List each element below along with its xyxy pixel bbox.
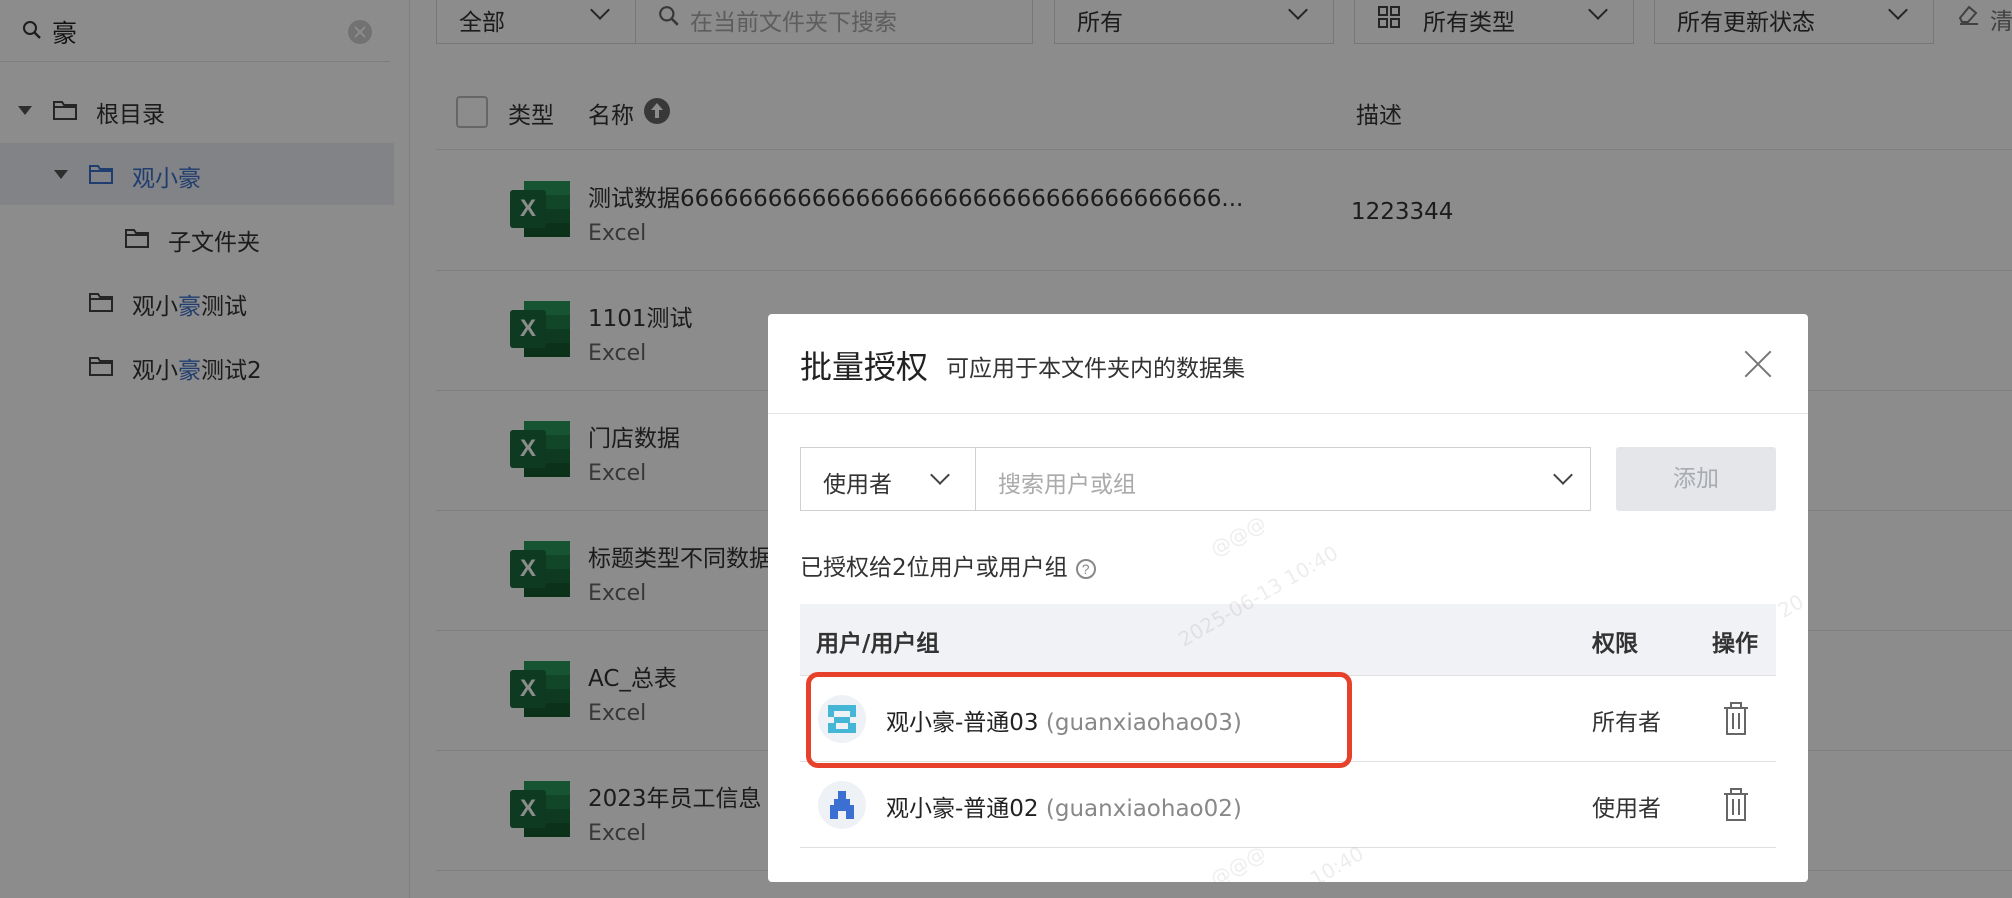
dialog-header: 批量授权 可应用于本文件夹内的数据集 <box>768 314 1808 414</box>
user-permission[interactable]: 使用者 <box>1592 789 1661 823</box>
user-permission[interactable]: 所有者 <box>1592 703 1661 737</box>
avatar <box>818 781 866 829</box>
batch-auth-dialog: 批量授权 可应用于本文件夹内的数据集 使用者 搜索用户或组 添加 已授权给2位用… <box>768 314 1808 882</box>
watermark-text: @@@ <box>1206 510 1270 562</box>
role-select-label: 使用者 <box>823 472 892 498</box>
user-name: 观小豪-普通02 (guanxiaohao02) <box>886 796 1242 822</box>
user-search-input[interactable]: 搜索用户或组 <box>975 447 1591 511</box>
user-row: 观小豪-普通02 (guanxiaohao02) 使用者 <box>800 762 1776 848</box>
granted-summary: 已授权给2位用户或用户组? <box>800 548 1096 582</box>
add-button[interactable]: 添加 <box>1616 447 1776 511</box>
watermark-text: 20 <box>1773 589 1808 623</box>
th-user: 用户/用户组 <box>816 631 940 657</box>
user-table-header: 用户/用户组 权限 操作 <box>800 604 1776 676</box>
trash-icon[interactable] <box>1722 788 1750 822</box>
dialog-subtitle: 可应用于本文件夹内的数据集 <box>946 356 1245 382</box>
user-avatar-icon <box>830 791 854 819</box>
th-action: 操作 <box>1712 631 1758 657</box>
chevron-down-icon <box>930 465 950 485</box>
close-icon[interactable] <box>1740 346 1776 382</box>
trash-icon[interactable] <box>1722 702 1750 736</box>
role-select[interactable]: 使用者 <box>800 447 976 511</box>
highlight-box <box>806 672 1352 768</box>
th-permission: 权限 <box>1592 631 1638 657</box>
help-icon[interactable]: ? <box>1075 559 1096 579</box>
chevron-down-icon <box>1553 465 1573 485</box>
user-search-placeholder: 搜索用户或组 <box>998 472 1136 498</box>
dialog-title: 批量授权 <box>800 348 929 386</box>
